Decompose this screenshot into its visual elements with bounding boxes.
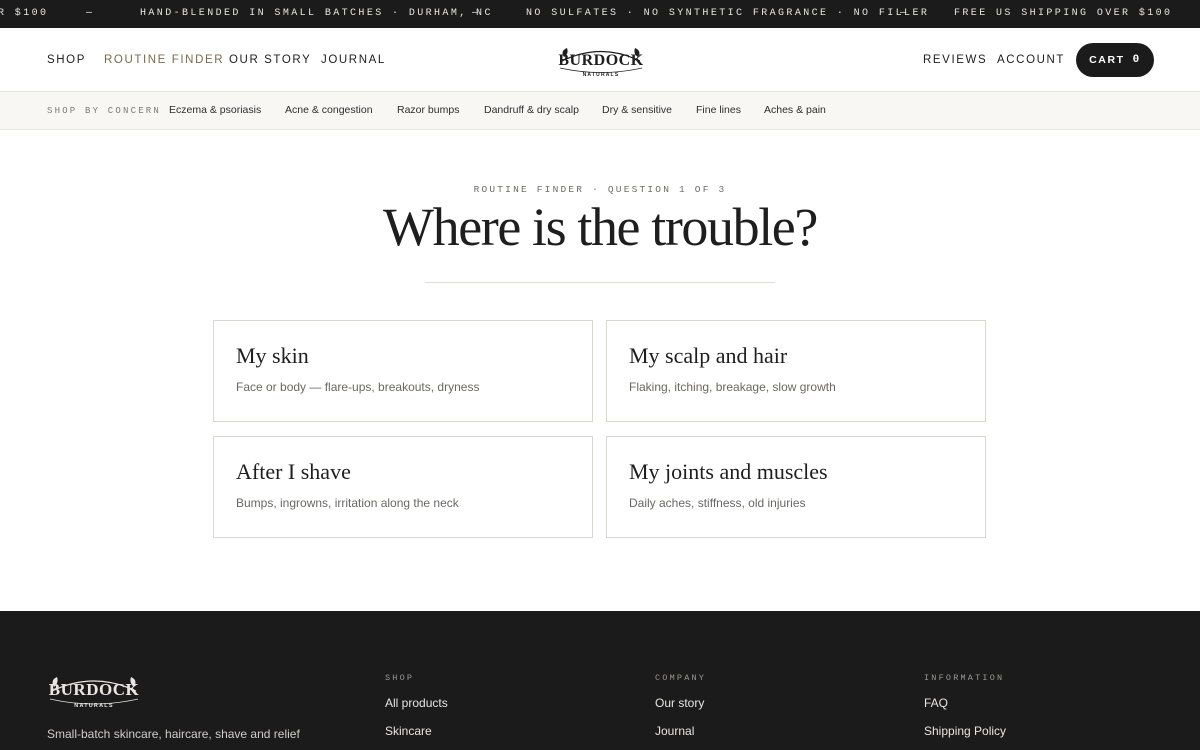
footer-link-journal[interactable]: Journal	[655, 724, 694, 738]
cart-count: 0	[1132, 54, 1141, 66]
cart-label: CART	[1089, 54, 1125, 66]
option-description: Daily aches, stiffness, old injuries	[629, 496, 806, 510]
concern-dandruff-dry-scalp[interactable]: Dandruff & dry scalp	[484, 104, 579, 116]
option-card-skin[interactable]: My skin Face or body — flare-ups, breako…	[213, 320, 593, 422]
ticker-separator: —	[86, 8, 95, 19]
concern-acne-congestion[interactable]: Acne & congestion	[285, 104, 373, 116]
logo-wordmark: BURDOCK	[558, 52, 643, 69]
footer-logo[interactable]: BURDOCK NATURALS	[46, 669, 142, 713]
option-card-shave[interactable]: After I shave Bumps, ingrowns, irritatio…	[213, 436, 593, 538]
site-header: SHOP ROUTINE FINDER OUR STORY JOURNAL BU…	[0, 28, 1200, 92]
cart-button[interactable]: CART 0	[1076, 43, 1154, 77]
nav-routine-finder[interactable]: ROUTINE FINDER	[104, 54, 224, 66]
question-heading: Where is the trouble?	[383, 197, 818, 257]
option-description: Bumps, ingrowns, irritation along the ne…	[236, 496, 459, 510]
ticker-item: R $100	[0, 8, 49, 19]
footer-tagline: Small-batch skincare, haircare, shave an…	[47, 727, 300, 741]
logo-subtext: NATURALS	[583, 72, 620, 78]
footer-heading-information: INFORMATION	[924, 673, 1005, 683]
option-description: Flaking, itching, breakage, slow growth	[629, 380, 836, 394]
shop-by-concern-bar: SHOP BY CONCERN Eczema & psoriasis Acne …	[0, 92, 1200, 130]
option-card-joints-muscles[interactable]: My joints and muscles Daily aches, stiff…	[606, 436, 986, 538]
nav-our-story[interactable]: OUR STORY	[229, 54, 311, 66]
option-card-scalp-hair[interactable]: My scalp and hair Flaking, itching, brea…	[606, 320, 986, 422]
footer-link-shipping-policy[interactable]: Shipping Policy	[924, 724, 1006, 738]
option-description: Face or body — flare-ups, breakouts, dry…	[236, 380, 480, 394]
announcement-ticker: R $100 — HAND-BLENDED IN SMALL BATCHES ·…	[0, 0, 1200, 28]
footer-heading-company: COMPANY	[655, 673, 707, 683]
nav-account[interactable]: ACCOUNT	[997, 54, 1065, 66]
option-title: After I shave	[236, 459, 351, 484]
option-title: My skin	[236, 343, 309, 368]
option-title: My joints and muscles	[629, 459, 828, 484]
ticker-separator: —	[472, 8, 481, 19]
ticker-item: NO SULFATES · NO SYNTHETIC FRAGRANCE · N…	[526, 8, 930, 19]
site-footer: BURDOCK NATURALS Small-batch skincare, h…	[0, 611, 1200, 750]
concern-razor-bumps[interactable]: Razor bumps	[397, 104, 459, 116]
divider	[425, 282, 775, 283]
ticker-item: HAND-BLENDED IN SMALL BATCHES · DURHAM, …	[140, 8, 493, 19]
concern-aches-pain[interactable]: Aches & pain	[764, 104, 826, 116]
concern-fine-lines[interactable]: Fine lines	[696, 104, 741, 116]
ticker-item: FREE US SHIPPING OVER $100	[954, 8, 1173, 19]
concern-dry-sensitive[interactable]: Dry & sensitive	[602, 104, 672, 116]
footer-link-faq[interactable]: FAQ	[924, 696, 948, 710]
burdock-logo[interactable]: BURDOCK NATURALS	[556, 41, 646, 81]
ticker-separator: —	[900, 8, 909, 19]
concern-bar-label: SHOP BY CONCERN	[47, 106, 162, 116]
logo-wordmark: BURDOCK	[49, 680, 140, 699]
footer-link-our-story[interactable]: Our story	[655, 696, 704, 710]
footer-link-all-products[interactable]: All products	[385, 696, 448, 710]
footer-heading-shop: SHOP	[385, 673, 415, 683]
nav-reviews[interactable]: REVIEWS	[923, 54, 987, 66]
footer-link-skincare[interactable]: Skincare	[385, 724, 432, 738]
option-title: My scalp and hair	[629, 343, 788, 368]
nav-shop[interactable]: SHOP	[47, 54, 86, 66]
concern-eczema-psoriasis[interactable]: Eczema & psoriasis	[169, 104, 261, 116]
logo-subtext: NATURALS	[74, 703, 113, 709]
question-eyebrow: ROUTINE FINDER · QUESTION 1 OF 3	[473, 184, 727, 195]
nav-journal[interactable]: JOURNAL	[321, 54, 386, 66]
